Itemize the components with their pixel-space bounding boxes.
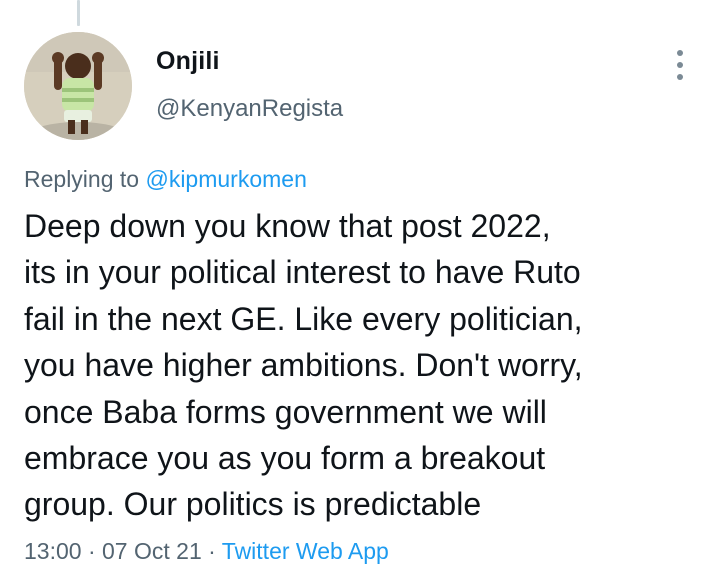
- tweet-text-line: once Baba forms government we will: [24, 393, 547, 430]
- tweet-text-line: group. Our politics is predictable: [24, 486, 482, 523]
- author-handle[interactable]: @KenyanRegista: [156, 95, 343, 123]
- tweet-metadata: 13:00 · 07 Oct 21 · Twitter Web App: [24, 538, 389, 565]
- tweet-timestamp-time[interactable]: 13:00: [24, 538, 82, 564]
- thread-connector-line: [77, 0, 80, 26]
- more-options-icon-dot: [677, 62, 683, 68]
- tweet-timestamp-date[interactable]: 07 Oct 21: [102, 538, 202, 564]
- replying-to-line: Replying to @kipmurkomen: [24, 166, 307, 193]
- tweet-text-line: fail in the next GE. Like every politici…: [24, 300, 583, 337]
- replying-to-label: Replying to: [24, 166, 140, 192]
- avatar[interactable]: [24, 32, 132, 140]
- meta-separator: ·: [87, 538, 96, 564]
- author-display-name[interactable]: Onjili: [156, 47, 220, 76]
- more-options-icon: [677, 50, 683, 56]
- replying-to-handle-link[interactable]: @kipmurkomen: [145, 166, 306, 192]
- tweet-text-line: Deep down you know that post 2022,: [24, 208, 551, 244]
- tweet-text-line: embrace you as you form a breakout: [24, 440, 546, 477]
- meta-separator: ·: [208, 538, 216, 564]
- tweet-source-link[interactable]: Twitter Web App: [222, 538, 389, 564]
- tweet-text: Deep down you know that post 2022, its i…: [24, 203, 704, 528]
- tweet-text-line: its in your political interest to have R…: [24, 254, 581, 291]
- more-options-button[interactable]: [668, 50, 692, 80]
- tweet-text-line: you have higher ambitions. Don't worry,: [24, 347, 583, 384]
- avatar-photo: [24, 32, 132, 140]
- more-options-icon-dot: [677, 74, 683, 80]
